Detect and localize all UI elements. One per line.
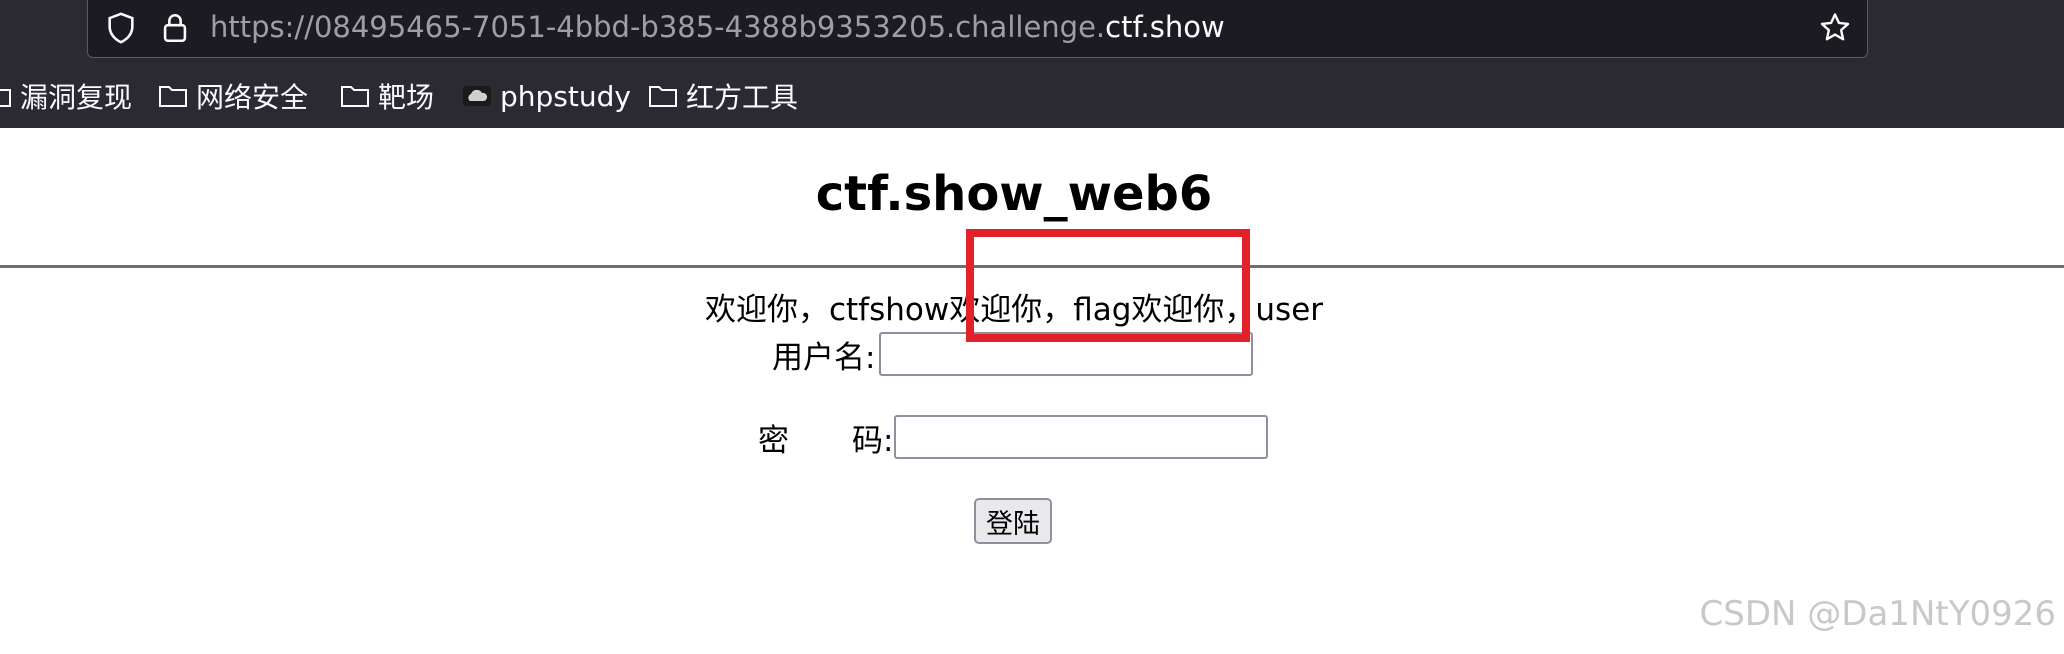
bookmark-phpstudy[interactable]: phpstudy	[462, 76, 631, 116]
page-content: ctf.show_web6 欢迎你，ctfshow欢迎你，flag欢迎你，use…	[0, 128, 2064, 654]
folder-icon	[649, 86, 677, 107]
username-label: 用户名:	[772, 340, 876, 376]
browser-chrome: https://08495465-7051-4bbd-b385-4388b935…	[0, 0, 2064, 128]
bookmark-label: 漏洞复现	[20, 81, 133, 114]
bookmark-folder-2[interactable]: 网络安全	[158, 76, 308, 116]
bookmark-label: 网络安全	[196, 81, 309, 114]
password-input[interactable]	[894, 415, 1268, 459]
welcome-text: 欢迎你，ctfshow欢迎你，flag欢迎你，user	[704, 292, 1324, 328]
bookmark-folder-3[interactable]: 靶场	[340, 76, 434, 116]
password-label-1: 密	[758, 423, 789, 459]
url-text[interactable]: https://08495465-7051-4bbd-b385-4388b935…	[210, 8, 1225, 46]
username-input[interactable]	[879, 332, 1253, 376]
address-bar[interactable]: https://08495465-7051-4bbd-b385-4388b935…	[87, 0, 1868, 58]
bookmark-folder-5[interactable]: 红方工具	[648, 76, 798, 116]
bookmarks-toolbar: 漏洞复现 网络安全 靶场 phpstudy 红方工具	[0, 74, 2064, 120]
bookmark-label: 红方工具	[686, 81, 799, 114]
url-domain: ctf.show	[1105, 10, 1225, 44]
folder-icon	[0, 89, 11, 107]
star-icon[interactable]	[1817, 10, 1853, 46]
url-prefix: https://08495465-7051-4bbd-b385-4388b935…	[210, 10, 1106, 44]
horizontal-rule	[0, 265, 2064, 268]
watermark: CSDN @Da1NtY0926	[1699, 594, 2056, 634]
lock-icon[interactable]	[158, 10, 192, 46]
folder-icon	[341, 86, 369, 107]
bookmark-folder-1[interactable]: 漏洞复现	[0, 76, 132, 116]
shield-icon[interactable]	[104, 11, 138, 45]
bookmark-label: phpstudy	[500, 79, 631, 113]
folder-icon	[159, 86, 187, 107]
cloud-icon	[463, 86, 491, 106]
bookmark-label: 靶场	[378, 81, 435, 114]
page-title: ctf.show_web6	[815, 166, 1213, 222]
login-button[interactable]: 登陆	[974, 498, 1052, 544]
password-label-2: 码:	[852, 423, 894, 459]
